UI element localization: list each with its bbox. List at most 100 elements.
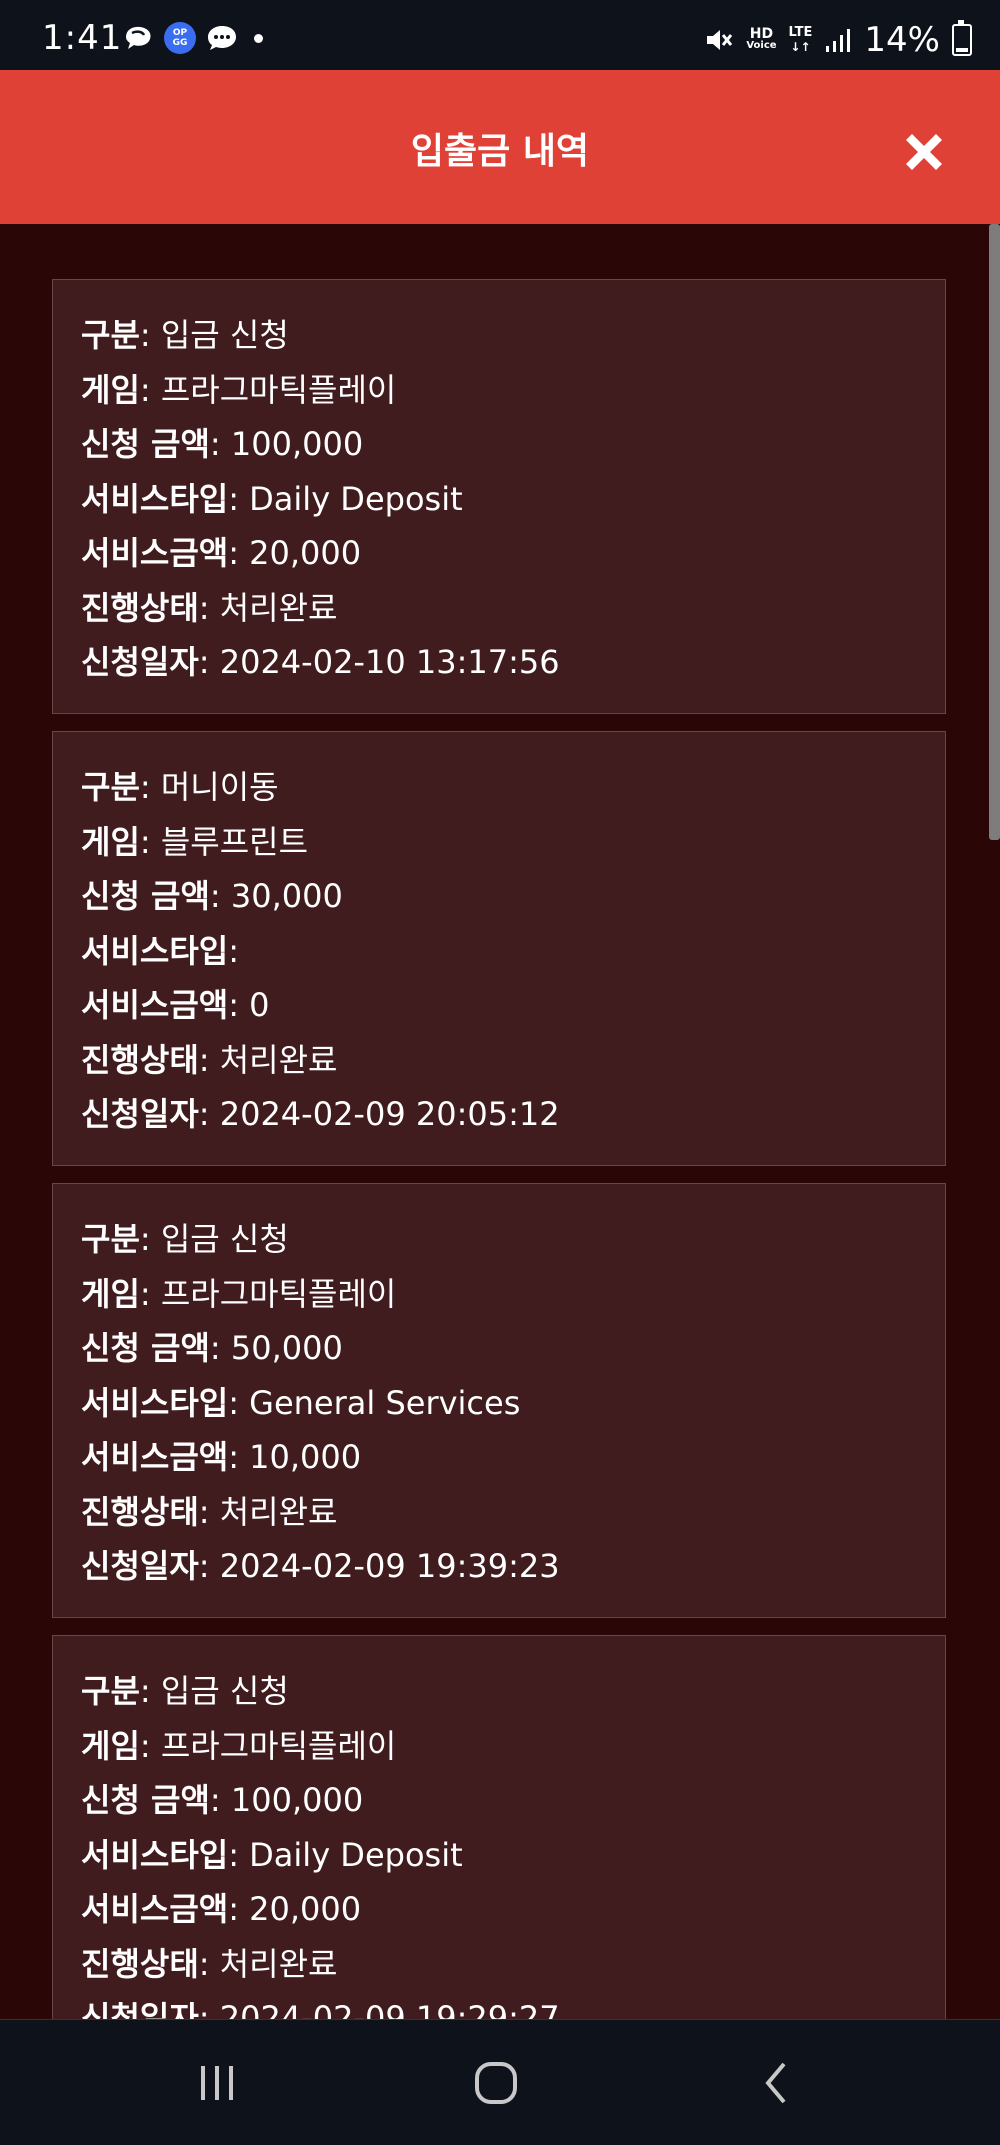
field-value: Daily Deposit: [249, 1835, 463, 1874]
type-row: 구분: 입금 신청: [81, 1666, 289, 1710]
date-row: 신청일자: 2024-02-09 19:29:27: [81, 1993, 560, 2019]
field-value: 프라그마틱플레이: [160, 370, 397, 409]
hd-text: HD: [749, 26, 774, 42]
amount-row: 신청 금액: 50,000: [81, 1323, 343, 1367]
scrollbar-thumb[interactable]: [989, 224, 1000, 840]
field-separator: :: [228, 986, 250, 1024]
field-label: 신청일자: [81, 1095, 199, 1133]
field-value: 2024-02-09 19:39:23: [219, 1547, 560, 1585]
service-type-row: 서비스타입: General Services: [81, 1378, 520, 1422]
field-separator: :: [198, 1547, 220, 1585]
field-separator: :: [228, 1835, 250, 1874]
field-label: 서비스타입: [81, 931, 229, 970]
message-icon: [208, 26, 236, 50]
game-row: 게임: 프라그마틱플레이: [81, 1269, 396, 1313]
service-type-row: 서비스타입: Daily Deposit: [81, 474, 463, 518]
field-value: 머니이동: [160, 768, 279, 806]
field-value: 100,000: [230, 1781, 364, 1819]
field-value: 20,000: [249, 534, 362, 572]
transaction-list[interactable]: 구분: 입금 신청 게임: 프라그마틱플레이 신청 금액: 100,000 서비스타입…: [0, 224, 989, 2019]
battery-icon: [952, 20, 972, 56]
status-row: 진행상태: 처리완료: [81, 1035, 337, 1079]
data-arrows-icon: ↓↑: [790, 40, 811, 54]
field-separator: :: [228, 931, 239, 970]
field-value: 프라그마틱플레이: [160, 1726, 397, 1765]
field-value: General Services: [249, 1383, 521, 1422]
status-time: 1:41: [42, 18, 123, 58]
field-label: 서비스타입: [81, 479, 229, 518]
field-value: 10,000: [249, 1438, 362, 1476]
signal-icon: [826, 29, 851, 52]
game-row: 게임: 블루프린트: [81, 817, 308, 861]
voice-text: Voice: [746, 40, 777, 51]
field-label: 서비스금액: [81, 1438, 229, 1476]
field-value: 처리완료: [219, 1944, 338, 1983]
field-separator: :: [139, 1220, 161, 1258]
battery-percent: 14%: [864, 20, 940, 60]
home-icon[interactable]: [466, 2058, 526, 2108]
chat-bubble-icon: [126, 26, 151, 49]
field-separator: :: [139, 768, 161, 806]
field-label: 진행상태: [81, 1944, 199, 1983]
transaction-card: 구분: 입금 신청게임: 프라그마틱플레이신청 금액: 50,000 서비스타입:…: [52, 1183, 946, 1618]
field-separator: :: [228, 479, 250, 518]
notification-icons: OP GG: [122, 22, 263, 54]
field-separator: :: [198, 588, 220, 627]
field-value: 입금 신청: [160, 1220, 289, 1258]
recents-icon[interactable]: [187, 2058, 247, 2108]
field-separator: :: [209, 425, 231, 463]
amount-row: 신청 금액: 100,000: [81, 419, 363, 463]
more-notifications-dot: [254, 33, 263, 43]
status-row: 진행상태: 처리완료: [81, 1939, 337, 1983]
transaction-card: 구분: 머니이동 게임: 블루프린트 신청 금액: 30,000 서비스타입: 서비스…: [52, 731, 946, 1166]
field-label: 신청일자: [81, 643, 199, 681]
close-icon[interactable]: [896, 124, 952, 180]
header: 입출금 내역: [0, 70, 1000, 224]
field-separator: :: [139, 1672, 161, 1710]
field-value: 처리완료: [219, 1492, 338, 1531]
field-separator: :: [209, 1329, 231, 1367]
field-value: 2024-02-09 19:29:27: [219, 1999, 560, 2019]
field-label: 신청 금액: [81, 1781, 210, 1819]
game-row: 게임: 프라그마틱플레이: [81, 1721, 396, 1765]
opgg-text-bottom: GG: [172, 38, 188, 48]
field-separator: :: [139, 1274, 161, 1313]
opgg-icon: OP GG: [164, 22, 196, 54]
field-separator: :: [198, 1040, 220, 1079]
field-separator: :: [228, 534, 250, 572]
service-type-row: 서비스타입: Daily Deposit: [81, 1830, 463, 1874]
status-row: 진행상태: 처리완료: [81, 583, 337, 627]
service-type-row: 서비스타입:: [81, 926, 239, 970]
game-row: 게임: 프라그마틱플레이: [81, 365, 396, 409]
field-label: 신청일자: [81, 1999, 199, 2019]
date-row: 신청일자: 2024-02-09 19:39:23: [81, 1541, 560, 1585]
status-row: 진행상태: 처리완료: [81, 1487, 337, 1531]
field-label: 서비스금액: [81, 1890, 229, 1928]
field-value: 20,000: [249, 1890, 362, 1928]
field-separator: :: [139, 1726, 161, 1765]
field-separator: :: [209, 1781, 231, 1819]
date-row: 신청일자: 2024-02-09 20:05:12: [81, 1089, 560, 1133]
field-label: 구분: [81, 1220, 140, 1258]
field-label: 게임: [81, 1274, 140, 1313]
field-separator: :: [228, 1890, 250, 1928]
service-amount-row: 서비스금액: 20,000: [81, 528, 361, 572]
field-label: 서비스타입: [81, 1835, 229, 1874]
field-label: 서비스타입: [81, 1383, 229, 1422]
field-separator: :: [139, 316, 161, 354]
lte-icon: LTE ↓↑: [789, 26, 813, 55]
field-value: 처리완료: [219, 1040, 338, 1079]
status-right-icons: HD Voice LTE ↓↑ 14%: [704, 20, 972, 60]
transaction-card: 구분: 입금 신청 게임: 프라그마틱플레이 신청 금액: 100,000 서비스타입…: [52, 1635, 946, 2019]
field-separator: :: [198, 1095, 220, 1133]
field-label: 게임: [81, 1726, 140, 1765]
field-label: 진행상태: [81, 1492, 199, 1531]
field-label: 게임: [81, 822, 140, 861]
transaction-card: 구분: 입금 신청 게임: 프라그마틱플레이 신청 금액: 100,000 서비스타입…: [52, 279, 946, 714]
field-label: 신청 금액: [81, 1329, 210, 1367]
back-icon[interactable]: [748, 2058, 808, 2108]
service-amount-row: 서비스금액: 10,000: [81, 1432, 361, 1476]
amount-row: 신청 금액: 30,000: [81, 871, 343, 915]
field-label: 신청 금액: [81, 425, 210, 463]
field-separator: :: [139, 822, 161, 861]
